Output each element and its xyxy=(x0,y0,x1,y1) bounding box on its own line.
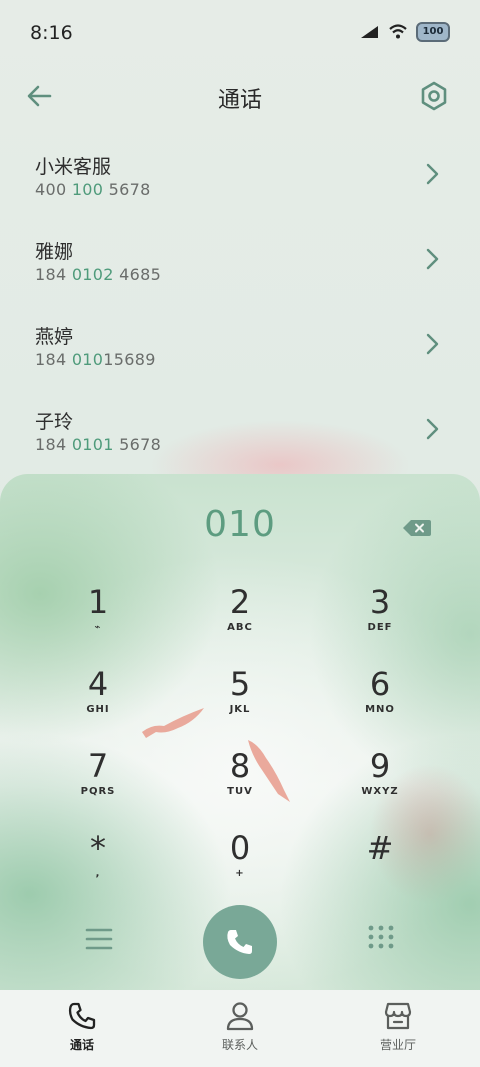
status-bar: 8:16 100 xyxy=(0,0,480,66)
key-8[interactable]: 8 TUV xyxy=(180,748,300,818)
nav-store[interactable]: 营业厅 xyxy=(338,1000,458,1053)
nav-calls[interactable]: 通话 xyxy=(22,1000,142,1053)
dialpad-panel: 010 1 ⌁ 2 ABC 3 DEF 4 GHI 5 JKL 6 MNO 7 PQRS 8T… xyxy=(0,474,480,994)
battery-icon: 100 xyxy=(416,22,450,42)
person-icon xyxy=(226,1002,254,1031)
page-title: 通话 xyxy=(217,88,262,113)
status-icons: 100 xyxy=(360,22,450,42)
store-icon xyxy=(384,1002,412,1030)
status-time: 8:16 xyxy=(30,22,73,44)
contact-list: 小米客服 400 100 5678 雅娜 184 0102 4685 燕婷 18… xyxy=(0,130,480,470)
contact-number: 184 0102 4685 xyxy=(35,265,162,284)
contact-row[interactable]: 燕婷 184 01015689 xyxy=(0,300,480,385)
header: 通话 xyxy=(0,66,480,126)
contact-row[interactable]: 子玲 184 0101 5678 xyxy=(0,385,480,470)
chevron-right-icon[interactable] xyxy=(422,162,442,186)
key-0[interactable]: 0 + xyxy=(180,830,300,900)
nav-label: 联系人 xyxy=(221,1038,258,1052)
call-button[interactable] xyxy=(203,905,277,979)
settings-icon[interactable] xyxy=(416,78,452,114)
phone-icon xyxy=(68,1002,96,1030)
key-6[interactable]: 6 MNO xyxy=(320,666,440,736)
contact-name: 小米客服 xyxy=(35,156,112,178)
phone-icon xyxy=(227,930,252,954)
contact-number: 184 01015689 xyxy=(35,350,156,369)
voicemail-icon: ⌁ xyxy=(94,622,102,633)
wifi-icon xyxy=(389,24,407,39)
key-4[interactable]: 4 GHI xyxy=(38,666,158,736)
key-9[interactable]: 9 WXYZ xyxy=(320,748,440,818)
nav-label: 通话 xyxy=(69,1038,94,1052)
key-hash[interactable]: # xyxy=(320,830,440,900)
contact-name: 雅娜 xyxy=(35,241,74,263)
signal-icon xyxy=(361,26,378,38)
key-2[interactable]: 2 ABC xyxy=(180,584,300,654)
key-3[interactable]: 3 DEF xyxy=(320,584,440,654)
key-star[interactable]: *, xyxy=(38,830,158,900)
key-7[interactable]: 7 PQRS xyxy=(38,748,158,818)
key-1[interactable]: 1 ⌁ xyxy=(38,584,158,654)
menu-icon[interactable] xyxy=(84,926,114,952)
bottom-nav: 通话 联系人 营业厅 xyxy=(0,990,480,1067)
keypad-toggle-icon[interactable] xyxy=(366,924,396,954)
contact-name: 燕婷 xyxy=(35,326,74,348)
chevron-right-icon[interactable] xyxy=(422,417,442,441)
nav-contacts[interactable]: 联系人 xyxy=(180,1000,300,1053)
chevron-right-icon[interactable] xyxy=(422,247,442,271)
key-5[interactable]: 5 JKL xyxy=(180,666,300,736)
contact-number: 184 0101 5678 xyxy=(35,435,162,454)
contact-name: 子玲 xyxy=(35,411,74,433)
contact-number: 400 100 5678 xyxy=(35,180,151,199)
backspace-icon[interactable] xyxy=(402,518,432,538)
nav-label: 营业厅 xyxy=(379,1038,416,1052)
chevron-right-icon[interactable] xyxy=(422,332,442,356)
contact-row[interactable]: 雅娜 184 0102 4685 xyxy=(0,215,480,300)
contact-row[interactable]: 小米客服 400 100 5678 xyxy=(0,130,480,215)
